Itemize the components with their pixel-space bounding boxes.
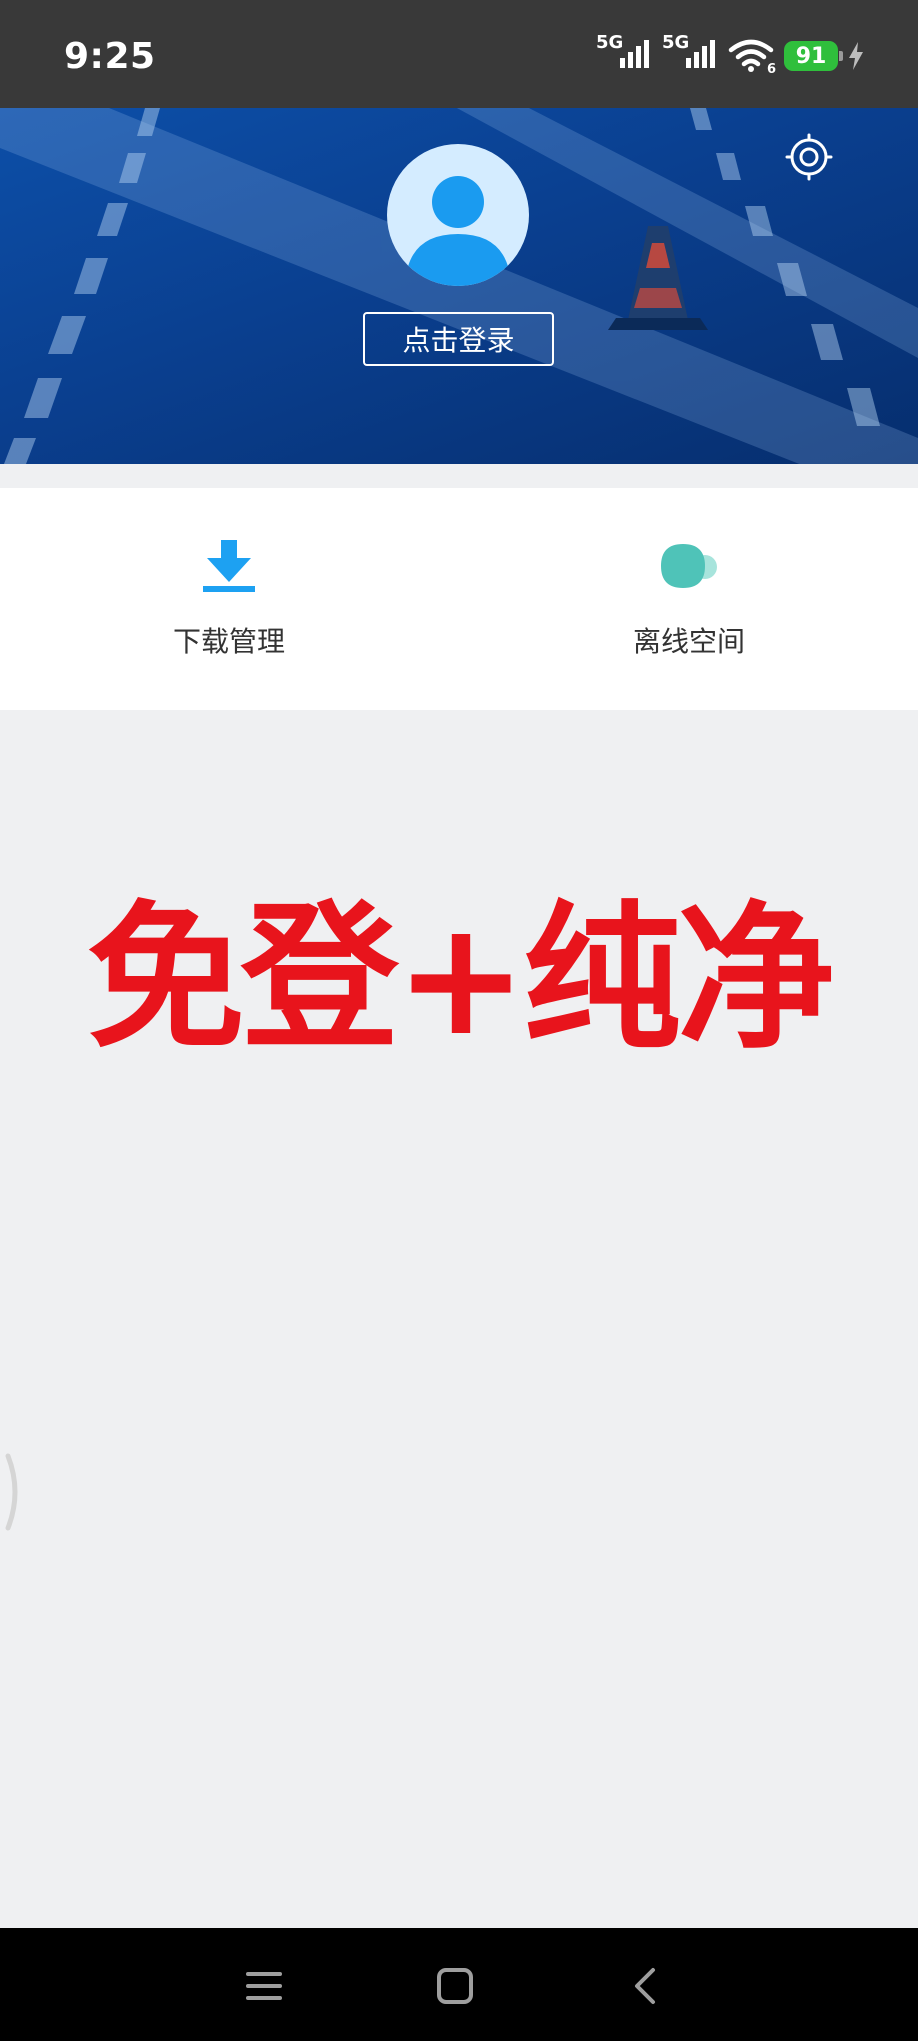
- cellular-signal-icon: 5G: [596, 32, 652, 74]
- battery-icon: 91: [784, 41, 843, 71]
- status-time: 9:25: [64, 36, 156, 77]
- cellular-signal-icon: 5G: [662, 32, 718, 74]
- menu-icon[interactable]: [242, 1964, 286, 2008]
- offline-space-button[interactable]: 离线空间: [539, 488, 839, 710]
- wifi-band-label: 6: [766, 62, 776, 77]
- wifi-icon: 6: [728, 39, 776, 77]
- download-manager-button[interactable]: 下载管理: [79, 488, 379, 710]
- offline-space-label: 离线空间: [632, 625, 745, 658]
- download-icon: [203, 540, 255, 592]
- settings-gear-icon[interactable]: [785, 133, 833, 181]
- charging-icon: [849, 42, 863, 70]
- system-nav-bar: [0, 1928, 918, 2041]
- status-bar: 9:25 5G 5G 6 91: [0, 0, 918, 108]
- cloud-icon: [661, 544, 717, 588]
- quick-actions-panel: 下载管理 离线空间: [0, 488, 918, 710]
- home-icon[interactable]: [433, 1964, 477, 2008]
- promo-overlay-text: 免登+纯净: [86, 887, 835, 1071]
- profile-header-banner: 点击登录: [0, 108, 918, 464]
- status-icons: 5G 5G 6 91: [596, 32, 864, 77]
- battery-level: 91: [795, 43, 827, 69]
- back-icon[interactable]: [625, 1964, 669, 2008]
- download-manager-label: 下载管理: [172, 625, 285, 658]
- edge-swipe-handle-icon[interactable]: [4, 1452, 22, 1532]
- user-avatar-icon[interactable]: [387, 144, 529, 286]
- login-button[interactable]: 点击登录: [363, 312, 554, 366]
